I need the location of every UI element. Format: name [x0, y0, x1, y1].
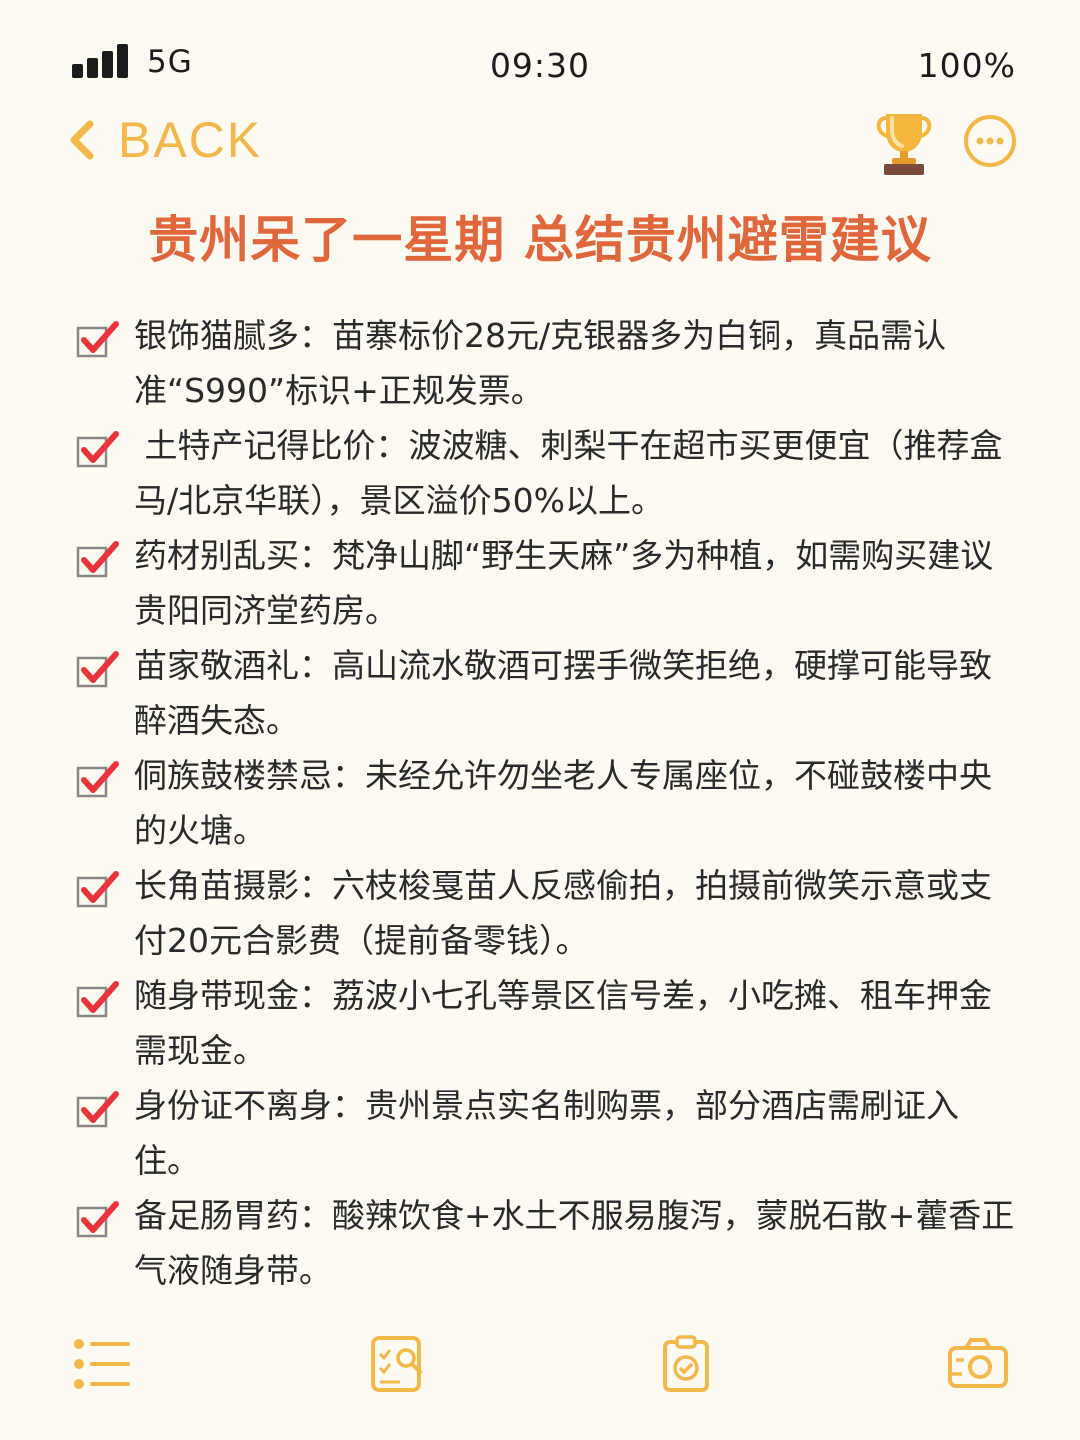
checkbox-checked-icon — [76, 981, 119, 1018]
checkbox-checked-icon — [76, 541, 119, 578]
checkbox-checked-icon — [76, 321, 119, 358]
back-button[interactable]: BACK — [66, 110, 262, 170]
item-text: 药材别乱买：梵净山脚“野生天麻”多为种植，如需购买建议贵阳同济堂药房。 — [134, 536, 994, 630]
item-text: 备足肠胃药：酸辣饮食+水土不服易腹泻，蒙脱石散+藿香正气液随身带。 — [134, 1196, 1015, 1290]
item-text: 苗家敬酒礼：高山流水敬酒可摆手微笑拒绝，硬撑可能导致醉酒失态。 — [134, 646, 992, 740]
list-item: 身份证不离身：贵州景点实名制购票，部分酒店需刷证入住。 — [72, 1078, 1022, 1188]
status-bar: 5G 09:30 100% — [0, 38, 1080, 90]
chevron-left-icon — [70, 120, 94, 160]
checkbox-checked-icon — [76, 871, 119, 908]
back-label: BACK — [118, 112, 263, 168]
clipboard-check-icon[interactable] — [656, 1334, 716, 1394]
page-title: 贵州呆了一星期 总结贵州避雷建议 — [148, 211, 932, 269]
item-text: 侗族鼓楼禁忌：未经允许勿坐老人专属座位，不碰鼓楼中央的火塘。 — [134, 756, 992, 850]
list-item: 银饰猫腻多：苗寨标价28元/克银器多为白铜，真品需认准“S990”标识+正规发票… — [72, 308, 1022, 418]
list-item: 药材别乱买：梵净山脚“野生天麻”多为种植，如需购买建议贵阳同济堂药房。 — [72, 528, 1022, 638]
bottom-toolbar — [0, 1334, 1080, 1394]
list-item: 土特产记得比价：波波糖、刺梨干在超市买更便宜（推荐盒马/北京华联），景区溢价50… — [72, 418, 1022, 528]
checkbox-checked-icon — [76, 651, 119, 688]
checkbox-checked-icon — [76, 1201, 119, 1238]
checkbox-checked-icon — [76, 761, 119, 798]
camera-icon[interactable] — [948, 1334, 1008, 1394]
item-text: 身份证不离身：贵州景点实名制购票，部分酒店需刷证入住。 — [134, 1086, 959, 1180]
checkbox-checked-icon — [76, 1091, 119, 1128]
list-item: 苗家敬酒礼：高山流水敬酒可摆手微笑拒绝，硬撑可能导致醉酒失态。 — [72, 638, 1022, 748]
checklist: 银饰猫腻多：苗寨标价28元/克银器多为白铜，真品需认准“S990”标识+正规发票… — [72, 308, 1022, 1298]
item-text: 长角苗摄影：六枝梭戛苗人反感偷拍，拍摄前微笑示意或支付20元合影费（提前备零钱）… — [134, 866, 992, 960]
more-icon[interactable] — [962, 113, 1018, 169]
nav-bar: BACK — [0, 110, 1080, 180]
list-item: 长角苗摄影：六枝梭戛苗人反感偷拍，拍摄前微笑示意或支付20元合影费（提前备零钱）… — [72, 858, 1022, 968]
item-text: 银饰猫腻多：苗寨标价28元/克银器多为白铜，真品需认准“S990”标识+正规发票… — [134, 316, 947, 410]
item-text: 土特产记得比价：波波糖、刺梨干在超市买更便宜（推荐盒马/北京华联），景区溢价50… — [134, 426, 1003, 520]
battery-level: 100% — [917, 46, 1016, 85]
trophy-icon[interactable] — [874, 110, 934, 176]
list-item: 随身带现金：荔波小七孔等景区信号差，小吃摊、租车押金需现金。 — [72, 968, 1022, 1078]
list-icon[interactable] — [70, 1334, 130, 1394]
list-item: 备足肠胃药：酸辣饮食+水土不服易腹泻，蒙脱石散+藿香正气液随身带。 — [72, 1188, 1022, 1298]
checklist-search-icon[interactable] — [368, 1334, 428, 1394]
list-item: 侗族鼓楼禁忌：未经允许勿坐老人专属座位，不碰鼓楼中央的火塘。 — [72, 748, 1022, 858]
checkbox-checked-icon — [76, 431, 119, 468]
item-text: 随身带现金：荔波小七孔等景区信号差，小吃摊、租车押金需现金。 — [134, 976, 992, 1070]
